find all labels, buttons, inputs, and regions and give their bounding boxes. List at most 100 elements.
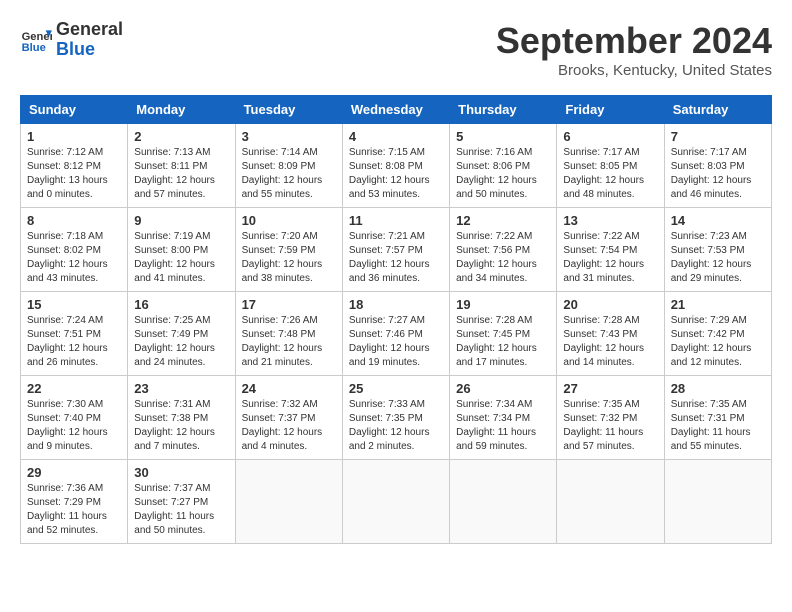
day-info: Sunrise: 7:36 AM Sunset: 7:29 PM Dayligh…	[27, 482, 121, 538]
weekday-header: Tuesday	[235, 96, 342, 124]
day-info: Sunrise: 7:30 AM Sunset: 7:40 PM Dayligh…	[27, 398, 121, 454]
day-number: 26	[456, 381, 550, 396]
calendar-day-cell: 21 Sunrise: 7:29 AM Sunset: 7:42 PM Dayli…	[664, 292, 771, 376]
weekday-header: Wednesday	[342, 96, 449, 124]
calendar-day-cell: 2Sunrise: 7:13 AM Sunset: 8:11 PM Daylig…	[128, 124, 235, 208]
day-number: 6	[563, 129, 657, 144]
calendar-day-cell: 23 Sunrise: 7:31 AM Sunset: 7:38 PM Dayli…	[128, 376, 235, 460]
day-info: Sunrise: 7:35 AM Sunset: 7:32 PM Dayligh…	[563, 398, 657, 454]
calendar-day-cell: 19 Sunrise: 7:28 AM Sunset: 7:45 PM Dayli…	[450, 292, 557, 376]
calendar-day-cell: 12 Sunrise: 7:22 AM Sunset: 7:56 PM Dayli…	[450, 208, 557, 292]
calendar-day-cell: 28 Sunrise: 7:35 AM Sunset: 7:31 PM Dayli…	[664, 376, 771, 460]
calendar-day-cell: 5 Sunrise: 7:16 AM Sunset: 8:06 PM Daylig…	[450, 124, 557, 208]
day-info: Sunrise: 7:26 AM Sunset: 7:48 PM Dayligh…	[242, 314, 336, 370]
calendar-day-cell: 4Sunrise: 7:15 AM Sunset: 8:08 PM Daylig…	[342, 124, 449, 208]
calendar-day-cell: 26 Sunrise: 7:34 AM Sunset: 7:34 PM Dayli…	[450, 376, 557, 460]
day-number: 30	[134, 465, 228, 480]
weekday-header: Thursday	[450, 96, 557, 124]
day-info: Sunrise: 7:14 AM Sunset: 8:09 PM Dayligh…	[242, 146, 336, 202]
day-info: Sunrise: 7:22 AM Sunset: 7:54 PM Dayligh…	[563, 230, 657, 286]
weekday-header: Sunday	[21, 96, 128, 124]
day-number: 28	[671, 381, 765, 396]
calendar-day-cell: 27Sunrise: 7:35 AM Sunset: 7:32 PM Dayli…	[557, 376, 664, 460]
calendar-title: September 2024	[496, 20, 772, 62]
day-info: Sunrise: 7:28 AM Sunset: 7:45 PM Dayligh…	[456, 314, 550, 370]
day-number: 14	[671, 213, 765, 228]
calendar-day-cell: 17 Sunrise: 7:26 AM Sunset: 7:48 PM Dayli…	[235, 292, 342, 376]
day-info: Sunrise: 7:21 AM Sunset: 7:57 PM Dayligh…	[349, 230, 443, 286]
day-info: Sunrise: 7:19 AM Sunset: 8:00 PM Dayligh…	[134, 230, 228, 286]
day-info: Sunrise: 7:17 AM Sunset: 8:05 PM Dayligh…	[563, 146, 657, 202]
day-number: 21	[671, 297, 765, 312]
day-number: 22	[27, 381, 121, 396]
calendar-day-cell: 24 Sunrise: 7:32 AM Sunset: 7:37 PM Dayli…	[235, 376, 342, 460]
calendar-day-cell: 3 Sunrise: 7:14 AM Sunset: 8:09 PM Daylig…	[235, 124, 342, 208]
calendar-day-cell: 8Sunrise: 7:18 AM Sunset: 8:02 PM Daylig…	[21, 208, 128, 292]
day-info: Sunrise: 7:25 AM Sunset: 7:49 PM Dayligh…	[134, 314, 228, 370]
day-number: 4	[349, 129, 443, 144]
day-number: 16	[134, 297, 228, 312]
calendar-week-row: 1 Sunrise: 7:12 AM Sunset: 8:12 PM Daylig…	[21, 124, 772, 208]
day-info: Sunrise: 7:29 AM Sunset: 7:42 PM Dayligh…	[671, 314, 765, 370]
day-info: Sunrise: 7:35 AM Sunset: 7:31 PM Dayligh…	[671, 398, 765, 454]
weekday-header: Friday	[557, 96, 664, 124]
weekday-header: Saturday	[664, 96, 771, 124]
calendar-day-cell: 20Sunrise: 7:28 AM Sunset: 7:43 PM Dayli…	[557, 292, 664, 376]
day-number: 23	[134, 381, 228, 396]
day-info: Sunrise: 7:16 AM Sunset: 8:06 PM Dayligh…	[456, 146, 550, 202]
calendar-day-cell: 14 Sunrise: 7:23 AM Sunset: 7:53 PM Dayli…	[664, 208, 771, 292]
day-number: 24	[242, 381, 336, 396]
day-info: Sunrise: 7:27 AM Sunset: 7:46 PM Dayligh…	[349, 314, 443, 370]
weekday-header: Monday	[128, 96, 235, 124]
svg-text:Blue: Blue	[22, 42, 46, 54]
calendar-day-cell: 18Sunrise: 7:27 AM Sunset: 7:46 PM Dayli…	[342, 292, 449, 376]
day-info: Sunrise: 7:31 AM Sunset: 7:38 PM Dayligh…	[134, 398, 228, 454]
day-info: Sunrise: 7:23 AM Sunset: 7:53 PM Dayligh…	[671, 230, 765, 286]
calendar-day-cell: 6 Sunrise: 7:17 AM Sunset: 8:05 PM Daylig…	[557, 124, 664, 208]
calendar-day-cell: 15 Sunrise: 7:24 AM Sunset: 7:51 PM Dayli…	[21, 292, 128, 376]
day-info: Sunrise: 7:37 AM Sunset: 7:27 PM Dayligh…	[134, 482, 228, 538]
day-number: 9	[134, 213, 228, 228]
day-number: 1	[27, 129, 121, 144]
calendar-day-cell: 22 Sunrise: 7:30 AM Sunset: 7:40 PM Dayli…	[21, 376, 128, 460]
day-number: 25	[349, 381, 443, 396]
day-number: 2	[134, 129, 228, 144]
day-info: Sunrise: 7:34 AM Sunset: 7:34 PM Dayligh…	[456, 398, 550, 454]
calendar-week-row: 15 Sunrise: 7:24 AM Sunset: 7:51 PM Dayli…	[21, 292, 772, 376]
day-info: Sunrise: 7:24 AM Sunset: 7:51 PM Dayligh…	[27, 314, 121, 370]
calendar-day-cell: 13 Sunrise: 7:22 AM Sunset: 7:54 PM Dayli…	[557, 208, 664, 292]
calendar-body: 1 Sunrise: 7:12 AM Sunset: 8:12 PM Daylig…	[21, 124, 772, 544]
day-info: Sunrise: 7:17 AM Sunset: 8:03 PM Dayligh…	[671, 146, 765, 202]
logo-icon: General Blue	[20, 24, 52, 56]
calendar-day-cell	[342, 460, 449, 544]
day-number: 12	[456, 213, 550, 228]
header: General Blue General Blue September 2024…	[20, 20, 772, 79]
day-info: Sunrise: 7:12 AM Sunset: 8:12 PM Dayligh…	[27, 146, 121, 202]
day-info: Sunrise: 7:32 AM Sunset: 7:37 PM Dayligh…	[242, 398, 336, 454]
calendar-day-cell: 1 Sunrise: 7:12 AM Sunset: 8:12 PM Daylig…	[21, 124, 128, 208]
day-info: Sunrise: 7:33 AM Sunset: 7:35 PM Dayligh…	[349, 398, 443, 454]
day-number: 5	[456, 129, 550, 144]
day-number: 13	[563, 213, 657, 228]
title-area: September 2024 Brooks, Kentucky, United …	[496, 20, 772, 79]
calendar-day-cell: 29Sunrise: 7:36 AM Sunset: 7:29 PM Dayli…	[21, 460, 128, 544]
calendar-day-cell	[235, 460, 342, 544]
calendar-subtitle: Brooks, Kentucky, United States	[496, 62, 772, 79]
calendar-day-cell: 10Sunrise: 7:20 AM Sunset: 7:59 PM Dayli…	[235, 208, 342, 292]
day-info: Sunrise: 7:22 AM Sunset: 7:56 PM Dayligh…	[456, 230, 550, 286]
day-number: 3	[242, 129, 336, 144]
logo: General Blue General Blue	[20, 20, 123, 60]
calendar-day-cell: 25 Sunrise: 7:33 AM Sunset: 7:35 PM Dayli…	[342, 376, 449, 460]
day-number: 7	[671, 129, 765, 144]
calendar-week-row: 22 Sunrise: 7:30 AM Sunset: 7:40 PM Dayli…	[21, 376, 772, 460]
calendar-day-cell: 16 Sunrise: 7:25 AM Sunset: 7:49 PM Dayli…	[128, 292, 235, 376]
calendar-day-cell	[664, 460, 771, 544]
day-number: 15	[27, 297, 121, 312]
calendar-table: SundayMondayTuesdayWednesdayThursdayFrid…	[20, 95, 772, 544]
calendar-day-cell: 11Sunrise: 7:21 AM Sunset: 7:57 PM Dayli…	[342, 208, 449, 292]
day-info: Sunrise: 7:18 AM Sunset: 8:02 PM Dayligh…	[27, 230, 121, 286]
day-number: 17	[242, 297, 336, 312]
day-number: 19	[456, 297, 550, 312]
calendar-day-cell: 7 Sunrise: 7:17 AM Sunset: 8:03 PM Daylig…	[664, 124, 771, 208]
day-number: 10	[242, 213, 336, 228]
